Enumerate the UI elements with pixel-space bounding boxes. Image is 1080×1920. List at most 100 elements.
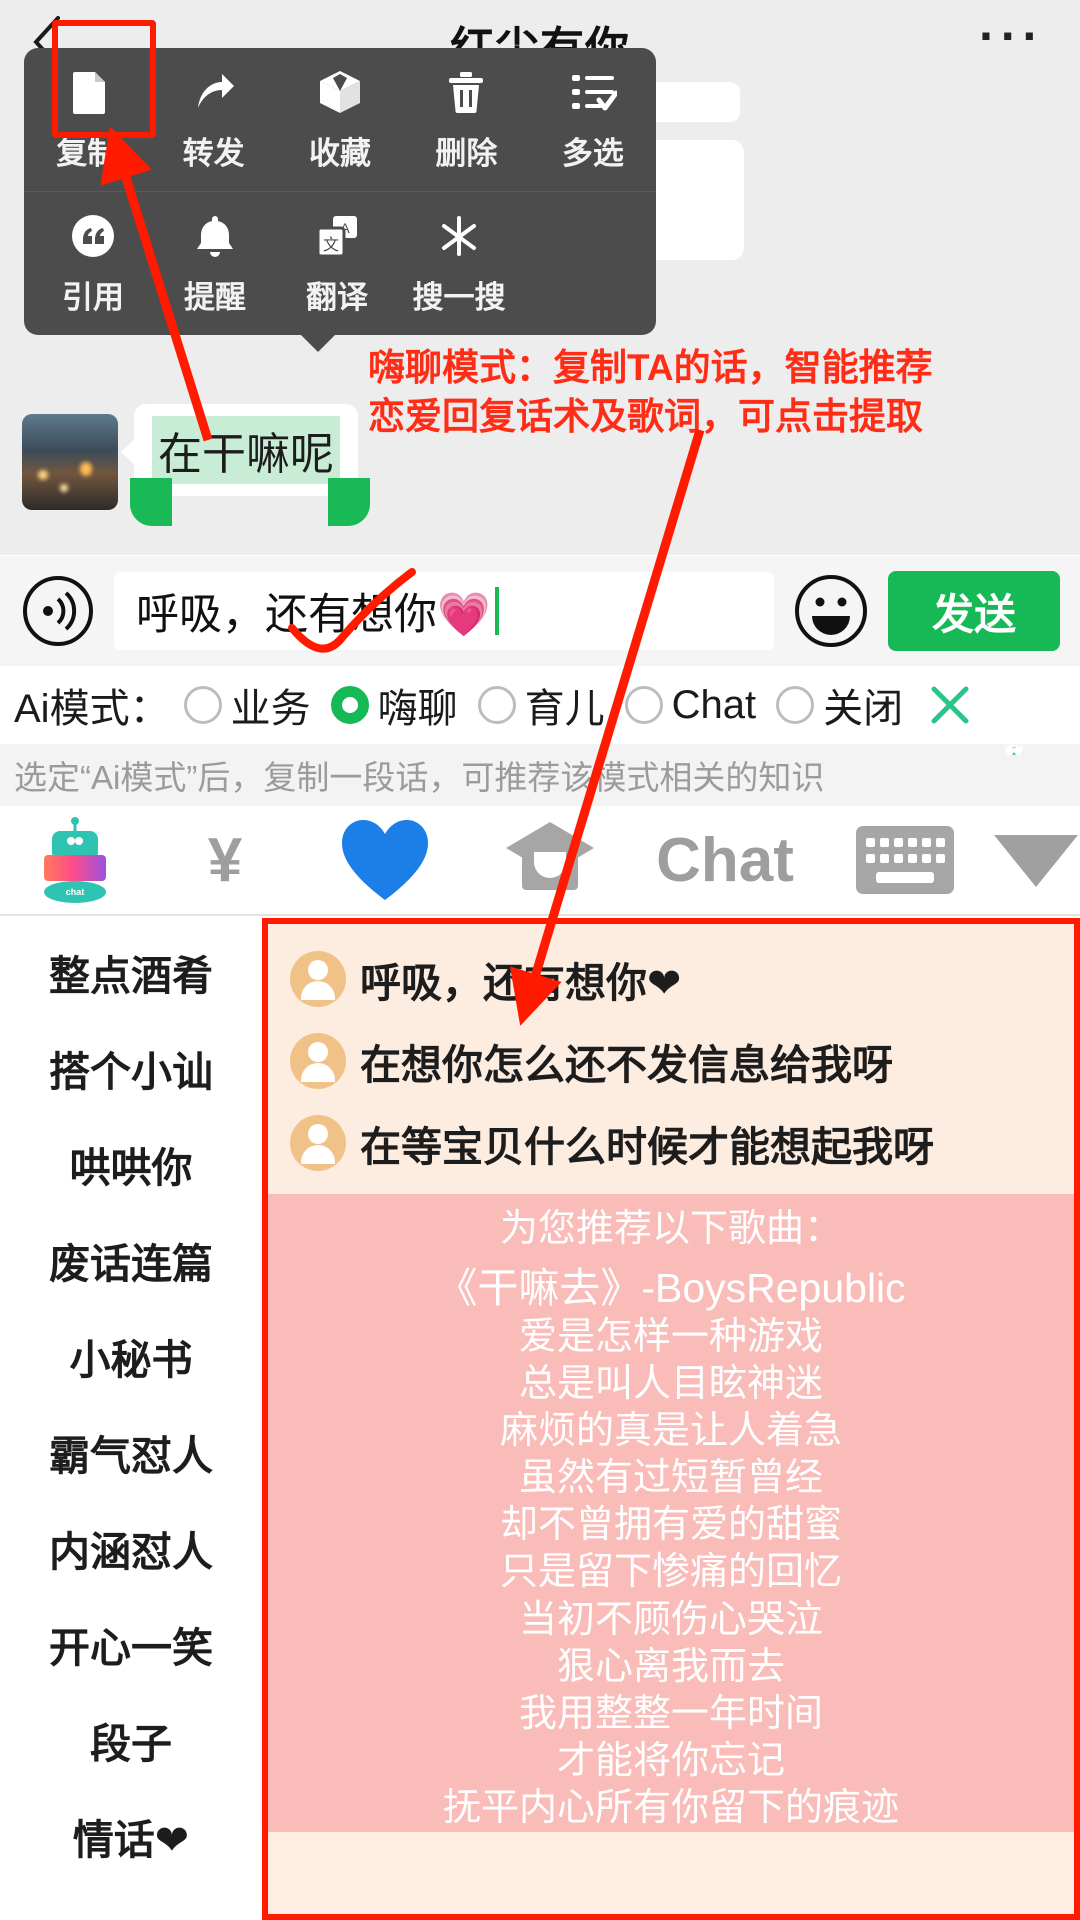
suggestion-item-2[interactable]: 在等宝贝什么时候才能想起我呀 — [268, 1102, 1074, 1184]
toolbar-heart-icon[interactable] — [300, 816, 470, 904]
category-item-6[interactable]: 内涵怼人 — [0, 1500, 262, 1596]
context-menu-quote-label: 引用 — [62, 279, 124, 315]
context-menu-quote[interactable]: 引用 — [32, 210, 154, 317]
suggestion-item-1[interactable]: 在想你怎么还不发信息给我呀 — [268, 1020, 1074, 1102]
context-menu-tail — [300, 334, 336, 352]
message-input-value: 呼吸，还有想你💗 — [136, 591, 491, 639]
context-menu-search[interactable]: 搜一搜 — [398, 210, 520, 317]
message-input-field[interactable]: 呼吸，还有想你💗 — [114, 572, 774, 650]
context-menu-forward[interactable]: 转发 — [150, 66, 276, 173]
song-recommendation[interactable]: 为您推荐以下歌曲： 《干嘛去》-BoysRepublic 爱是怎样一种游戏 总是… — [268, 1194, 1074, 1833]
ai-hint-row: 选定“Ai模式”后，复制一段话，可推荐该模式相关的知识 chat — [0, 742, 1080, 806]
ai-mode-option-chat[interactable]: Chat — [624, 682, 757, 728]
trash-icon — [440, 66, 492, 118]
translate-icon: A 文 — [311, 210, 363, 262]
avatar[interactable] — [22, 414, 118, 510]
lyric-line-8: 我用整整一年时间 — [518, 1692, 823, 1735]
toolbar-bot-label: chat — [43, 880, 107, 903]
annotation-line-1: 嗨聊模式：复制TA的话，智能推荐 — [368, 347, 933, 388]
radio-icon[interactable] — [776, 686, 815, 724]
close-x-icon[interactable] — [927, 682, 973, 728]
suggestion-list: 呼吸，还有想你❤ 在想你怎么还不发信息给我呀 在等宝贝什么时候才能想起我呀 — [268, 924, 1074, 1194]
ai-mode-row: Ai模式： 业务 嗨聊 育儿 Chat 关闭 — [0, 666, 1080, 744]
text-caret — [494, 587, 499, 635]
suggestion-text: 在想你怎么还不发信息给我呀 — [360, 1042, 893, 1088]
lyric-line-5: 只是留下惨痛的回忆 — [499, 1551, 842, 1594]
category-item-0[interactable]: 整点酒肴 — [0, 924, 262, 1020]
toolbar-dropdown-triangle-icon[interactable] — [990, 829, 1080, 891]
context-menu-favorite-label: 收藏 — [309, 136, 372, 171]
selection-handle-left[interactable] — [130, 478, 172, 526]
message-text: 在干嘛呢 — [152, 416, 340, 484]
context-menu-delete[interactable]: 删除 — [403, 66, 529, 173]
more-options-icon[interactable]: ··· — [979, 11, 1044, 61]
lyric-line-3: 虽然有过短暂曾经 — [518, 1457, 823, 1500]
ai-toolbar: chat ¥ Chat — [0, 806, 1080, 916]
context-menu-multiselect[interactable]: 多选 — [530, 66, 656, 173]
search-sparkle-icon — [433, 210, 485, 262]
category-item-2[interactable]: 哄哄你 — [0, 1116, 262, 1212]
category-item-5[interactable]: 霸气怼人 — [0, 1404, 262, 1500]
chat-area: 红尘有你 ··· (总 复制 转发 — [0, 0, 1080, 555]
lyric-line-10: 抚平内心所有你留下的痕迹 — [442, 1787, 899, 1830]
toolbar-chat-label[interactable]: Chat — [630, 825, 820, 896]
toolbar-bot-icon[interactable]: chat — [0, 817, 150, 903]
song-header: 为您推荐以下歌曲： — [499, 1208, 842, 1250]
context-menu-remind[interactable]: 提醒 — [154, 210, 276, 317]
ai-hint-text: 选定“Ai模式”后，复制一段话，可推荐该模式相关的知识 — [14, 759, 825, 796]
ai-mode-option-yewu[interactable]: 业务 — [183, 676, 311, 734]
radio-icon[interactable] — [477, 686, 516, 724]
suggestion-item-0[interactable]: 呼吸，还有想你❤ — [268, 938, 1074, 1020]
annotation-line-2: 恋爱回复话术及歌词，可点击提取 — [368, 395, 923, 437]
context-menu-delete-label: 删除 — [435, 136, 498, 171]
person-icon — [290, 951, 346, 1007]
suggestion-text: 在等宝贝什么时候才能想起我呀 — [360, 1124, 934, 1170]
toolbar-graduation-cap-icon[interactable] — [470, 818, 630, 902]
forward-arrow-icon — [188, 66, 240, 118]
selection-handle-right[interactable] — [328, 478, 370, 526]
radio-icon-selected[interactable] — [330, 686, 369, 724]
category-item-1[interactable]: 搭个小讪 — [0, 1020, 262, 1116]
suggestion-panel: 呼吸，还有想你❤ 在想你怎么还不发信息给我呀 在等宝贝什么时候才能想起我呀 为您… — [262, 918, 1080, 1920]
context-menu-search-label: 搜一搜 — [412, 279, 506, 315]
context-menu-favorite[interactable]: 收藏 — [277, 66, 403, 173]
emoji-smile-icon[interactable] — [792, 572, 870, 650]
ai-mode-option-close[interactable]: 关闭 — [776, 676, 903, 734]
toolbar-keyboard-icon[interactable] — [820, 822, 990, 898]
category-item-8[interactable]: 段子 — [0, 1692, 262, 1788]
chat-bot-icon[interactable]: chat — [1005, 742, 1066, 803]
category-item-9[interactable]: 情话❤ — [0, 1788, 262, 1884]
radio-icon[interactable] — [183, 686, 222, 724]
ai-mode-option-label: 关闭 — [823, 687, 904, 731]
svg-text:文: 文 — [323, 236, 339, 254]
lyric-line-4: 却不曾拥有爱的甜蜜 — [499, 1504, 842, 1547]
category-item-3[interactable]: 废话连篇 — [0, 1212, 262, 1308]
ai-mode-option-label: Chat — [671, 682, 757, 727]
bubble-tail — [121, 438, 136, 466]
context-menu-remind-label: 提醒 — [184, 279, 246, 315]
lyric-line-6: 当初不顾伤心哭泣 — [518, 1598, 823, 1641]
song-title: 《干嘛去》-BoysRepublic — [436, 1265, 906, 1312]
quote-icon — [67, 210, 119, 262]
context-menu-multiselect-label: 多选 — [561, 136, 624, 171]
category-item-4[interactable]: 小秘书 — [0, 1308, 262, 1404]
radio-icon[interactable] — [624, 686, 663, 724]
ai-mode-option-label: 业务 — [230, 687, 311, 731]
context-menu-translate[interactable]: A 文 翻译 — [276, 210, 398, 317]
context-menu-translate-label: 翻译 — [306, 279, 368, 315]
category-item-7[interactable]: 开心一笑 — [0, 1596, 262, 1692]
ai-mode-option-hailiao[interactable]: 嗨聊 — [330, 676, 458, 734]
ai-mode-option-label: 育儿 — [524, 687, 605, 731]
lyric-line-2: 麻烦的真是让人着急 — [499, 1410, 842, 1453]
message-input-bar: 呼吸，还有想你💗 发送 — [0, 556, 1080, 666]
bottom-section: 整点酒肴 搭个小讪 哄哄你 废话连篇 小秘书 霸气怼人 内涵怼人 开心一笑 段子… — [0, 918, 1080, 1920]
toolbar-yen-icon[interactable]: ¥ — [150, 825, 300, 896]
annotation-text: 嗨聊模式：复制TA的话，智能推荐 恋爱回复话术及歌词，可点击提取 — [368, 344, 933, 442]
person-icon — [290, 1033, 346, 1089]
ai-mode-option-yuer[interactable]: 育儿 — [477, 676, 605, 734]
ai-mode-option-label: 嗨聊 — [377, 687, 458, 731]
star-box-icon — [314, 66, 366, 118]
send-button[interactable]: 发送 — [888, 571, 1060, 651]
voice-icon[interactable] — [20, 573, 96, 649]
context-menu-forward-label: 转发 — [182, 136, 245, 171]
